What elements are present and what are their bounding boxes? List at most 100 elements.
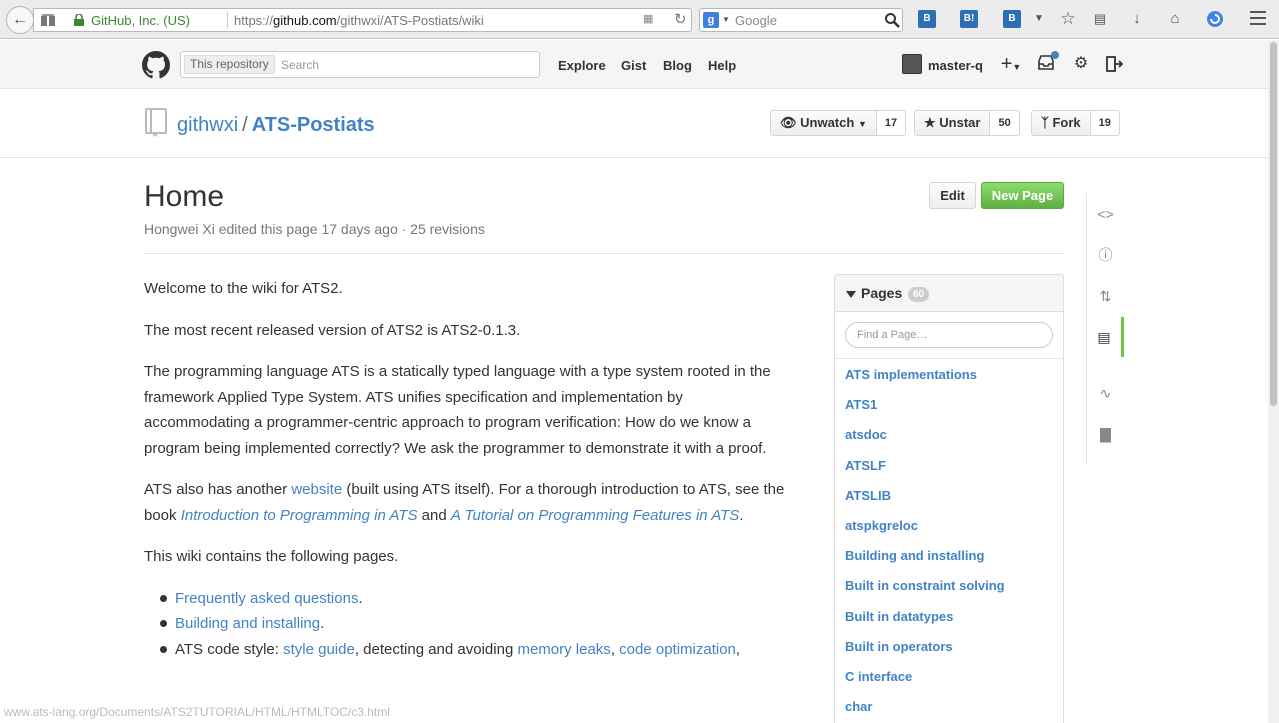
repo-search-input[interactable]: This repository Search bbox=[180, 51, 540, 78]
code-icon[interactable]: <> bbox=[1087, 194, 1124, 234]
tutorial-book-link[interactable]: A Tutorial on Programming Features in AT… bbox=[451, 507, 739, 524]
url-separator bbox=[227, 12, 228, 28]
graphs-icon[interactable]: ▇ bbox=[1087, 414, 1124, 454]
url-text[interactable]: https://github.com/githwxi/ATS-Postiats/… bbox=[234, 13, 484, 28]
pages-counter: 60 bbox=[908, 287, 930, 302]
page-link[interactable]: Built in constraint solving bbox=[845, 576, 1005, 606]
building-link[interactable]: Building and installing bbox=[175, 615, 320, 632]
code-optimization-link[interactable]: code optimization bbox=[619, 641, 736, 658]
extension-icon-1[interactable]: B bbox=[918, 10, 936, 28]
page-link[interactable]: C interface bbox=[845, 667, 1005, 697]
page-link[interactable]: char bbox=[845, 697, 1005, 723]
avatar[interactable] bbox=[902, 54, 922, 74]
paragraph: ATS also has another website (built usin… bbox=[144, 477, 789, 528]
unwatch-button[interactable]: 👁 Unwatch ▼ bbox=[770, 110, 877, 136]
text: and bbox=[417, 506, 451, 524]
back-button[interactable]: ← bbox=[6, 6, 34, 34]
unwatch-label: Unwatch bbox=[800, 115, 855, 130]
bookmark-star-icon[interactable]: ☆ bbox=[1059, 10, 1077, 28]
sync-icon[interactable] bbox=[1206, 10, 1224, 28]
home-icon[interactable]: ⌂ bbox=[1166, 10, 1184, 28]
fork-count[interactable]: 19 bbox=[1090, 110, 1120, 136]
nav-blog[interactable]: Blog bbox=[663, 58, 692, 73]
lock-icon[interactable] bbox=[74, 14, 84, 26]
search-engine-icon[interactable]: g bbox=[703, 12, 719, 28]
page-link[interactable]: ATS implementations bbox=[845, 365, 1005, 395]
fork-icon: ᛉ bbox=[1041, 115, 1049, 130]
reading-list-icon[interactable]: ▤ bbox=[1091, 10, 1109, 28]
paragraph: Welcome to the wiki for ATS2. bbox=[144, 280, 343, 297]
url-bar[interactable]: GitHub, Inc. (US) https://github.com/git… bbox=[33, 8, 692, 32]
pulse-icon[interactable]: ∿ bbox=[1087, 373, 1124, 413]
text: . bbox=[358, 589, 363, 607]
style-guide-link[interactable]: style guide bbox=[283, 641, 355, 658]
text: , bbox=[735, 640, 741, 658]
paragraph: The programming language ATS is a static… bbox=[144, 363, 771, 457]
page-link[interactable]: atspkgreloc bbox=[845, 516, 1005, 546]
edit-button[interactable]: Edit bbox=[929, 182, 976, 209]
issues-icon[interactable]: ⓘ bbox=[1087, 235, 1124, 275]
list-item: ATS code style: style guide, detecting a… bbox=[158, 637, 789, 663]
github-octocat-icon[interactable] bbox=[142, 51, 170, 79]
reader-view-icon[interactable]: ▦ bbox=[643, 12, 653, 25]
unstar-button[interactable]: ★ Unstar bbox=[914, 110, 991, 136]
page-link[interactable]: atsdoc bbox=[845, 425, 1005, 455]
search-scope-label: This repository bbox=[184, 55, 275, 74]
page-link[interactable]: ATS1 bbox=[845, 395, 1005, 425]
page-link[interactable]: ATSLIB bbox=[845, 486, 1005, 516]
fork-label: Fork bbox=[1052, 115, 1081, 130]
username-link[interactable]: master-q bbox=[928, 58, 983, 73]
pages-header[interactable]: Pages 60 bbox=[835, 275, 1063, 312]
chevron-down-icon[interactable]: ▼ bbox=[1030, 10, 1048, 28]
pull-requests-icon[interactable]: ⇅ bbox=[1087, 276, 1124, 316]
wiki-icon[interactable]: ▤ bbox=[1087, 317, 1124, 357]
chevron-down-icon[interactable]: ▼ bbox=[722, 15, 730, 24]
url-prefix: https:// bbox=[234, 13, 274, 28]
text: ATS code style: bbox=[175, 640, 284, 658]
intro-book-link[interactable]: Introduction to Programming in ATS bbox=[181, 507, 418, 524]
repo-header: githwxi / ATS-Postiats 👁 Unwatch ▼ 17 ★ Un… bbox=[0, 90, 1279, 158]
pages-label: Pages bbox=[861, 285, 903, 301]
scrollbar-thumb[interactable] bbox=[1270, 42, 1277, 406]
nav-help[interactable]: Help bbox=[708, 58, 736, 73]
nav-gist[interactable]: Gist bbox=[621, 58, 646, 73]
page-meta: Hongwei Xi edited this page 17 days ago … bbox=[144, 221, 485, 237]
status-bar-url: www.ats-lang.org/Documents/ATS2TUTORIAL/… bbox=[4, 705, 390, 719]
list-item: Frequently asked questions. bbox=[158, 586, 789, 612]
watch-count[interactable]: 17 bbox=[876, 110, 907, 136]
repo-title-slash: / bbox=[242, 114, 248, 136]
find-page-input[interactable]: Find a Page… bbox=[845, 322, 1053, 348]
fork-button[interactable]: ᛉ Fork bbox=[1031, 110, 1091, 136]
repo-owner-link[interactable]: githwxi bbox=[177, 114, 238, 136]
page-link[interactable]: Building and installing bbox=[845, 546, 1005, 576]
create-new-icon[interactable]: +▼ bbox=[998, 54, 1024, 74]
page-link[interactable]: ATSLF bbox=[845, 456, 1005, 486]
search-placeholder: Search bbox=[281, 58, 320, 72]
star-count[interactable]: 50 bbox=[990, 110, 1020, 136]
scrollbar[interactable] bbox=[1268, 40, 1279, 723]
site-identity[interactable]: GitHub, Inc. (US) bbox=[91, 13, 190, 28]
reload-icon[interactable]: ↻ bbox=[674, 10, 687, 28]
hamburger-menu-icon[interactable] bbox=[1250, 11, 1266, 27]
eye-icon: 👁 bbox=[780, 115, 797, 130]
download-icon[interactable]: ↓ bbox=[1128, 10, 1146, 28]
history-icon[interactable] bbox=[40, 13, 56, 27]
page-link[interactable]: Built in operators bbox=[845, 637, 1005, 667]
hatena-bookmark-icon[interactable]: B! bbox=[960, 10, 978, 28]
web-search-bar[interactable]: g ▼ Google bbox=[699, 8, 903, 32]
search-icon[interactable] bbox=[884, 12, 900, 28]
page-link[interactable]: Built in datatypes bbox=[845, 607, 1005, 637]
sign-out-icon[interactable] bbox=[1105, 55, 1124, 73]
paragraph: The most recent released version of ATS2… bbox=[144, 321, 521, 339]
github-header: This repository Search Explore Gist Blog… bbox=[0, 40, 1279, 89]
faq-link[interactable]: Frequently asked questions bbox=[175, 590, 358, 607]
repo-title: githwxi / ATS-Postiats bbox=[177, 114, 375, 137]
new-page-button[interactable]: New Page bbox=[981, 182, 1064, 209]
settings-gear-icon[interactable]: ⚙ bbox=[1072, 55, 1090, 73]
repo-name-link[interactable]: ATS-Postiats bbox=[252, 114, 375, 136]
nav-explore[interactable]: Explore bbox=[558, 58, 606, 73]
extension-icon-2[interactable]: B bbox=[1003, 10, 1021, 28]
memory-leaks-link[interactable]: memory leaks bbox=[517, 641, 610, 658]
caret-down-icon[interactable] bbox=[846, 291, 856, 298]
website-link[interactable]: website bbox=[291, 481, 342, 498]
